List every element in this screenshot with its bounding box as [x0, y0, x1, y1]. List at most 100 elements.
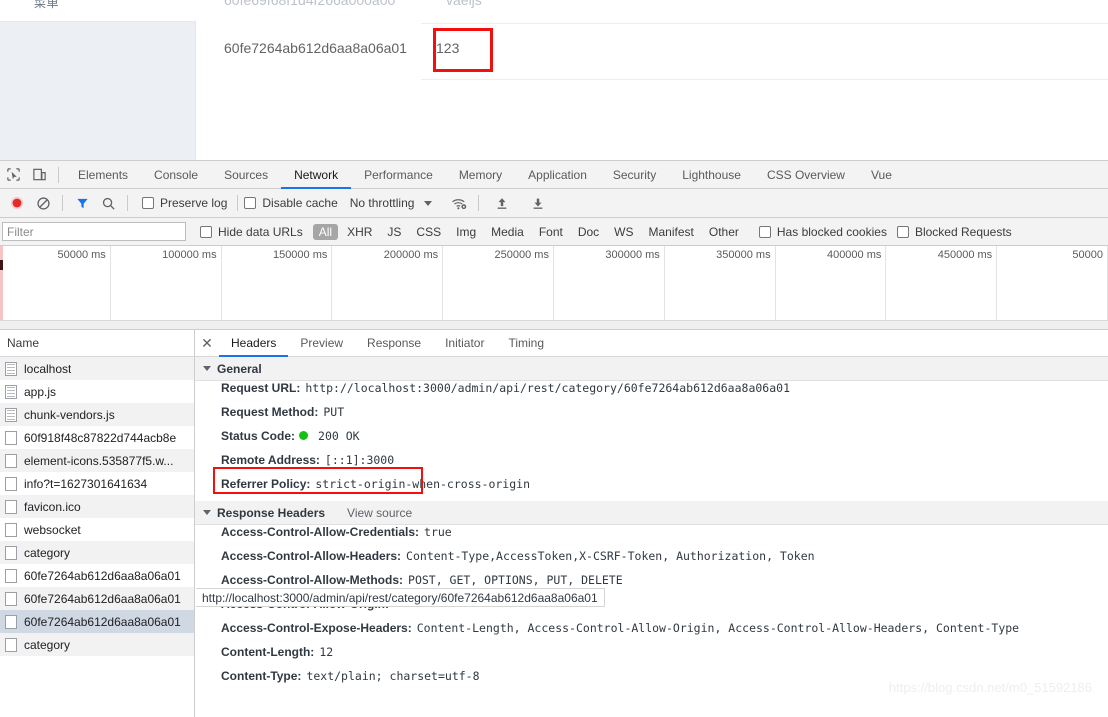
- request-row[interactable]: element-icons.535877f5.w...: [0, 449, 194, 472]
- overview-tick: 50000: [997, 246, 1108, 329]
- webpage-sidebar-header: 菜单: [0, 0, 196, 22]
- tab-elements[interactable]: Elements: [65, 161, 141, 189]
- header-row: Status Code: 200 OK: [195, 429, 1108, 453]
- detail-tab-headers[interactable]: Headers: [219, 330, 288, 357]
- header-key: Request URL:: [221, 381, 301, 395]
- tab-security[interactable]: Security: [600, 161, 669, 189]
- filter-input[interactable]: Filter: [2, 222, 186, 241]
- request-row[interactable]: websocket: [0, 518, 194, 541]
- request-row[interactable]: 60fe7264ab612d6aa8a06a01: [0, 587, 194, 610]
- request-row[interactable]: app.js: [0, 380, 194, 403]
- general-section-header[interactable]: General: [195, 357, 1108, 381]
- response-header-rows: Access-Control-Allow-Credentials: true Acc…: [195, 525, 1108, 693]
- blocked-requests-checkbox[interactable]: Blocked Requests: [896, 225, 1012, 239]
- request-row[interactable]: 60fe7264ab612d6aa8a06a01: [0, 564, 194, 587]
- filter-type-css[interactable]: CSS: [410, 224, 447, 240]
- request-row[interactable]: localhost: [0, 357, 194, 380]
- clear-no-entry-icon[interactable]: [30, 190, 56, 216]
- filter-type-all[interactable]: All: [312, 223, 339, 240]
- request-row[interactable]: category: [0, 633, 194, 656]
- chevron-down-icon[interactable]: [424, 200, 433, 206]
- header-value: Content-Type,AccessToken,X-CSRF-Token, A…: [406, 549, 815, 563]
- request-detail-pane: ✕ Headers Preview Response Initiator Timing …: [195, 330, 1108, 717]
- overview-tick-label: 150000 ms: [272, 249, 328, 261]
- tab-vue[interactable]: Vue: [858, 161, 905, 189]
- checkbox-box[interactable]: [244, 197, 257, 209]
- tab-network[interactable]: Network: [281, 161, 351, 189]
- filter-type-manifest[interactable]: Manifest: [643, 224, 700, 240]
- has-blocked-cookies-checkbox[interactable]: Has blocked cookies: [758, 225, 887, 239]
- upload-arrow-icon[interactable]: [489, 190, 515, 216]
- detail-tab-initiator[interactable]: Initiator: [433, 330, 496, 357]
- checkbox-box[interactable]: [896, 225, 909, 238]
- wifi-settings-icon[interactable]: [446, 190, 472, 216]
- inspect-element-icon[interactable]: [0, 162, 26, 188]
- header-row: Request URL: http://localhost:3000/admin/…: [195, 381, 1108, 405]
- request-row-label: element-icons.535877f5.w...: [24, 453, 174, 468]
- blank-doc-icon: [5, 614, 17, 629]
- filter-type-font[interactable]: Font: [533, 224, 569, 240]
- request-row[interactable]: category: [0, 541, 194, 564]
- header-row: Content-Length: 12: [195, 645, 1108, 669]
- tab-console[interactable]: Console: [141, 161, 211, 189]
- filter-type-media[interactable]: Media: [485, 224, 530, 240]
- download-arrow-icon[interactable]: [525, 190, 551, 216]
- header-value: PUT: [323, 405, 345, 419]
- header-key: Access-Control-Allow-Methods:: [221, 573, 404, 587]
- header-value: 12: [319, 645, 334, 659]
- header-value: Content-Length, Access-Control-Allow-Ori…: [416, 621, 1020, 635]
- overview-tick: 100000 ms: [111, 246, 222, 329]
- filter-type-xhr[interactable]: XHR: [341, 224, 378, 240]
- resource-type-filters: All XHR JS CSS Img Media Font Doc WS Manifest Othe…: [312, 223, 745, 240]
- request-row[interactable]: chunk-vendors.js: [0, 403, 194, 426]
- checkbox-box[interactable]: [200, 225, 212, 238]
- tab-sources[interactable]: Sources: [211, 161, 281, 189]
- filter-type-img[interactable]: Img: [450, 224, 482, 240]
- toggle-device-toolbar-icon[interactable]: [26, 162, 52, 188]
- request-row-label: info?t=1627301641634: [24, 476, 148, 491]
- detail-tab-response[interactable]: Response: [355, 330, 433, 357]
- network-overview-ruler[interactable]: 50000 ms 100000 ms 150000 ms 200000 ms 25000…: [0, 246, 1108, 330]
- checkbox-box[interactable]: [142, 197, 154, 209]
- request-row[interactable]: favicon.ico: [0, 495, 194, 518]
- preserve-log-checkbox[interactable]: Preserve log: [142, 196, 227, 210]
- magnifier-search-icon[interactable]: [95, 190, 121, 216]
- header-row: Access-Control-Allow-Credentials: true: [195, 525, 1108, 549]
- tab-memory[interactable]: Memory: [446, 161, 515, 189]
- request-row[interactable]: info?t=1627301641634: [0, 472, 194, 495]
- divider: [58, 166, 59, 183]
- throttling-select[interactable]: No throttling: [350, 196, 415, 210]
- watermark: https://blog.csdn.net/m0_51592186: [888, 680, 1092, 695]
- tab-lighthouse[interactable]: Lighthouse: [669, 161, 754, 189]
- view-source-link[interactable]: View source: [347, 506, 412, 520]
- header-value: http://localhost:3000/admin/api/rest/cat…: [305, 381, 790, 395]
- filter-type-other[interactable]: Other: [703, 224, 745, 240]
- tab-performance[interactable]: Performance: [351, 161, 446, 189]
- filter-type-ws[interactable]: WS: [608, 224, 639, 240]
- header-key: Content-Length:: [221, 645, 315, 659]
- table-cell-id: 60fe69f68f1d4f266a000a00: [224, 0, 396, 8]
- detail-tab-timing[interactable]: Timing: [496, 330, 556, 357]
- screenshot-root: 菜单 60fe69f68f1d4f266a000a00 vaeijs 60fe7…: [0, 0, 1108, 717]
- request-list-header[interactable]: Name: [0, 330, 194, 357]
- network-body: Name localhost app.js chunk-vendors.js 60f9…: [0, 330, 1108, 717]
- request-row[interactable]: 60fe7264ab612d6aa8a06a01: [0, 610, 194, 633]
- table-divider: [421, 79, 1108, 80]
- request-row-label: localhost: [24, 361, 72, 376]
- record-circle-icon[interactable]: [4, 190, 30, 216]
- request-row-label: 60fe7264ab612d6aa8a06a01: [24, 568, 181, 583]
- checkbox-box[interactable]: [758, 225, 771, 238]
- request-row[interactable]: 60f918f48c87822d744acb8e: [0, 426, 194, 449]
- filter-type-js[interactable]: JS: [381, 224, 407, 240]
- overview-scrollbar[interactable]: [0, 320, 1108, 329]
- close-x-icon[interactable]: ✕: [195, 330, 219, 356]
- detail-tab-preview[interactable]: Preview: [288, 330, 355, 357]
- disable-cache-checkbox[interactable]: Disable cache: [244, 196, 338, 210]
- response-headers-section-header[interactable]: Response Headers View source: [195, 501, 1108, 525]
- tab-css-overview[interactable]: CSS Overview: [754, 161, 858, 189]
- funnel-filter-icon[interactable]: [69, 190, 95, 216]
- filter-type-doc[interactable]: Doc: [572, 224, 605, 240]
- hide-data-urls-checkbox[interactable]: Hide data URLs: [200, 225, 303, 239]
- detail-tabbar: ✕ Headers Preview Response Initiator Timing: [195, 330, 1108, 357]
- tab-application[interactable]: Application: [515, 161, 600, 189]
